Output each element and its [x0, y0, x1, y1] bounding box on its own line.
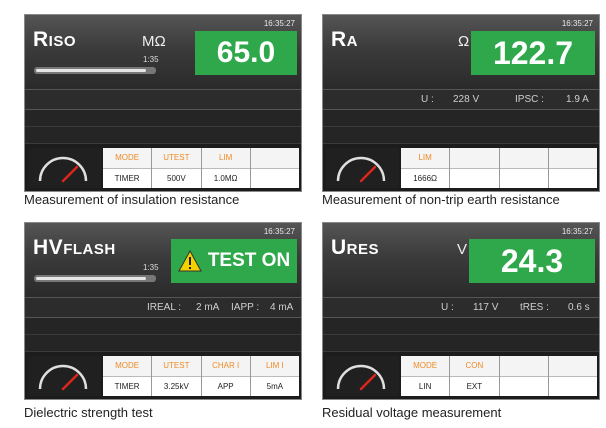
- param-cell[interactable]: [449, 148, 499, 188]
- info-line: [25, 89, 301, 110]
- reading-value: 24.3: [500, 242, 564, 279]
- clock: 16:35:27: [263, 227, 295, 236]
- unit-label: MΩ: [142, 33, 166, 50]
- warning-icon: [177, 250, 202, 272]
- info-line: IREAL : 2 mA IAPP : 4 mA: [25, 297, 301, 318]
- param-cell[interactable]: [249, 148, 299, 188]
- clock: 16:35:27: [561, 227, 593, 236]
- ures-panel: 16:35:27 URES V 24.3 U : 117 V tRES : 0.…: [322, 222, 600, 400]
- reading-display: 122.7: [471, 31, 595, 75]
- bar-time: 1:35: [143, 263, 159, 272]
- reading-value: TEST ON: [207, 250, 291, 271]
- param-cell[interactable]: UTEST 3.25kV: [151, 356, 201, 396]
- param-cell[interactable]: [498, 356, 548, 396]
- param-cell[interactable]: LIM 1666Ω: [401, 148, 450, 188]
- clock: 16:35:27: [561, 19, 593, 28]
- display-header: 16:35:27 URES V 24.3: [323, 223, 599, 297]
- reading-display: 65.0: [195, 31, 297, 75]
- bar-time: 1:35: [143, 55, 159, 64]
- param-grid: MODE TIMER UTEST 500V LIM 1.0MΩ: [103, 148, 299, 188]
- gauge-icon[interactable]: [28, 356, 101, 396]
- display-header: 16:35:27 HVFLASH TEST ON 1:35: [25, 223, 301, 297]
- param-grid: MODE LIN CON EXT: [401, 356, 597, 396]
- progress-bar: [34, 275, 156, 282]
- gauge-icon[interactable]: [326, 356, 399, 396]
- caption: Dielectric strength test: [24, 405, 153, 420]
- reading-value: 65.0: [216, 36, 276, 69]
- unit-label: Ω: [458, 33, 470, 50]
- info-line: U : 117 V tRES : 0.6 s: [323, 297, 599, 318]
- param-cell[interactable]: [547, 148, 597, 188]
- reading-display: 24.3: [469, 239, 595, 283]
- reading-display: TEST ON: [171, 239, 297, 283]
- param-grid: MODE TIMER UTEST 3.25kV CHAR I APP LIM I 5mA: [103, 356, 299, 396]
- param-cell[interactable]: MODE TIMER: [103, 148, 152, 188]
- param-cell[interactable]: CHAR I APP: [200, 356, 250, 396]
- function-title: RISO: [33, 28, 77, 51]
- function-title: RA: [331, 28, 359, 51]
- hvflash-panel: 16:35:27 HVFLASH TEST ON 1:35 IREAL : 2 …: [24, 222, 302, 400]
- ra-panel: 16:35:27 RA Ω 122.7 U : 228 V IPSC : 1.9…: [322, 14, 600, 192]
- param-cell[interactable]: UTEST 500V: [151, 148, 201, 188]
- progress-bar: [34, 67, 156, 74]
- caption: Residual voltage measurement: [322, 405, 502, 420]
- caption: Measurement of insulation resistance: [24, 192, 240, 207]
- param-cell[interactable]: CON EXT: [449, 356, 499, 396]
- riso-panel: 16:35:27 RISO MΩ 65.0 1:35 MODE TIMER UTE…: [24, 14, 302, 192]
- unit-label: V: [457, 241, 468, 258]
- info-line: U : 228 V IPSC : 1.9 A: [323, 89, 599, 110]
- caption: Measurement of non-trip earth resistance: [322, 192, 560, 207]
- gauge-icon[interactable]: [326, 148, 399, 188]
- clock: 16:35:27: [263, 19, 295, 28]
- param-cell[interactable]: MODE LIN: [401, 356, 450, 396]
- param-cell[interactable]: LIM 1.0MΩ: [200, 148, 250, 188]
- param-cell[interactable]: [547, 356, 597, 396]
- param-cell[interactable]: [498, 148, 548, 188]
- param-grid: LIM 1666Ω: [401, 148, 597, 188]
- function-title: HVFLASH: [33, 236, 116, 259]
- function-title: URES: [331, 236, 380, 259]
- reading-value: 122.7: [492, 34, 574, 71]
- param-cell[interactable]: LIM I 5mA: [249, 356, 299, 396]
- display-header: 16:35:27 RA Ω 122.7: [323, 15, 599, 89]
- gauge-icon[interactable]: [28, 148, 101, 188]
- display-header: 16:35:27 RISO MΩ 65.0 1:35: [25, 15, 301, 89]
- param-cell[interactable]: MODE TIMER: [103, 356, 152, 396]
